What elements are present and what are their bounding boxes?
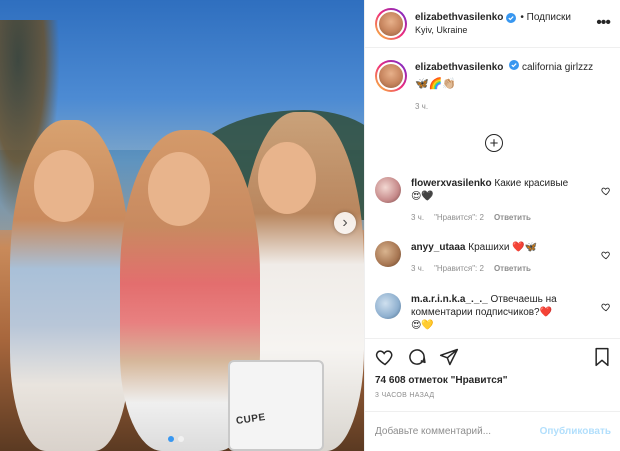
caption-time: 3 ч. xyxy=(415,102,429,111)
photo-face-middle xyxy=(148,152,210,226)
comment-avatar[interactable] xyxy=(375,177,401,203)
comment-icon[interactable] xyxy=(407,347,427,367)
likes-count[interactable]: 74 608 отметок "Нравится" xyxy=(375,375,611,386)
follow-status[interactable]: • Подписки xyxy=(520,12,571,23)
caption-username[interactable]: elizabethvasilenko xyxy=(415,62,503,73)
comment-item: anyy_utaaa Крашихи ❤️🦋 3 ч. "Нравится": … xyxy=(375,241,611,275)
heart-icon[interactable] xyxy=(601,247,611,260)
comment-item: m.a.r.i.n.k.a_._._ Отвечаешь на коммента… xyxy=(375,293,611,332)
post-actions: 74 608 отметок "Нравится" 3 ЧАСОВ НАЗАД xyxy=(365,338,620,399)
caption-emojis: 🦋🌈👏🏼 xyxy=(415,78,457,90)
post-caption: elizabethvasilenko california girlzzz 🦋🌈… xyxy=(365,48,620,92)
verified-icon xyxy=(509,60,520,70)
comment-emojis: 😍💛 xyxy=(411,320,434,331)
comment-emojis: 😍🖤 xyxy=(411,191,434,202)
caption-avatar[interactable] xyxy=(375,60,407,92)
comment-reply-button[interactable]: Ответить xyxy=(494,211,531,224)
carousel-dots xyxy=(168,436,184,442)
bookmark-icon[interactable] xyxy=(593,347,611,372)
comment-username[interactable]: anyy_utaaa xyxy=(411,242,465,253)
publish-button[interactable]: Опубликовать xyxy=(540,426,611,437)
heart-icon[interactable] xyxy=(375,347,395,367)
author-username[interactable]: elizabethvasilenko xyxy=(415,12,503,23)
photo-face-left xyxy=(34,150,94,222)
verified-icon xyxy=(506,12,517,23)
photo-face-right xyxy=(258,142,316,214)
post-side-panel: elizabethvasilenko • Подписки Kyiv, Ukra… xyxy=(364,0,620,451)
comment-reply-button[interactable]: Ответить xyxy=(494,262,531,275)
comment-text: Какие красивые xyxy=(494,178,569,189)
next-photo-button[interactable]: › xyxy=(334,212,356,234)
posted-time[interactable]: 3 ЧАСОВ НАЗАД xyxy=(375,392,611,399)
plus-circle-icon[interactable]: + xyxy=(485,134,503,152)
comment-likes[interactable]: "Нравится": 2 xyxy=(434,211,484,224)
heart-icon[interactable] xyxy=(601,183,611,196)
comment-time[interactable]: 3 ч. xyxy=(411,211,424,224)
post-photo[interactable]: CUPE › xyxy=(0,0,364,451)
chevron-right-icon: › xyxy=(342,214,348,231)
comment-username[interactable]: flowerxvasilenko xyxy=(411,178,492,189)
comment-text: Крашихи ❤️🦋 xyxy=(468,242,538,253)
more-icon[interactable]: ••• xyxy=(596,14,611,32)
carousel-dot-active xyxy=(168,436,174,442)
comment-item: flowerxvasilenko Какие красивые 😍🖤 3 ч. … xyxy=(375,177,611,224)
post-header: elizabethvasilenko • Подписки Kyiv, Ukra… xyxy=(365,0,620,48)
photo-handbag xyxy=(228,360,324,451)
comment-avatar[interactable] xyxy=(375,241,401,267)
comment-time[interactable]: 3 ч. xyxy=(411,262,424,275)
comment-username[interactable]: m.a.r.i.n.k.a_._._ xyxy=(411,294,488,305)
comment-likes[interactable]: "Нравится": 2 xyxy=(434,262,484,275)
post-location[interactable]: Kyiv, Ukraine xyxy=(415,25,571,35)
caption-text: california girlzzz xyxy=(521,62,594,73)
add-comment-bar: Опубликовать xyxy=(365,411,620,451)
share-icon[interactable] xyxy=(439,347,459,367)
carousel-dot xyxy=(178,436,184,442)
author-avatar[interactable] xyxy=(375,7,407,40)
comment-input[interactable] xyxy=(375,426,525,437)
comment-avatar[interactable] xyxy=(375,293,401,319)
heart-icon[interactable] xyxy=(601,299,611,312)
